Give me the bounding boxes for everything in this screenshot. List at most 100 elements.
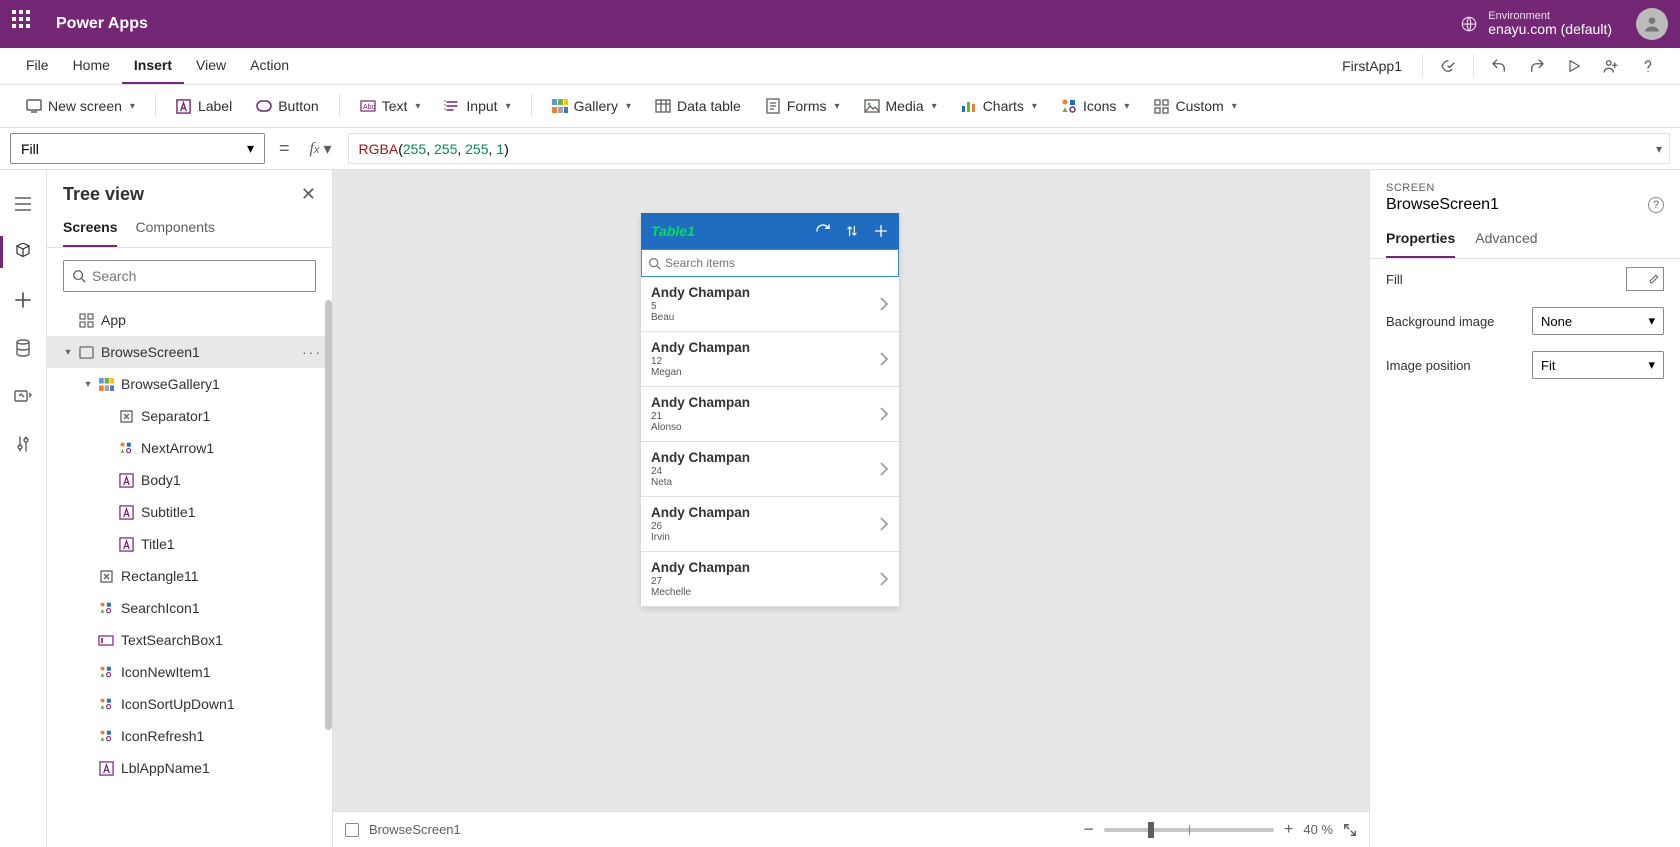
list-item[interactable]: Andy Champan 5 Beau (641, 277, 899, 332)
tree-item[interactable]: SearchIcon1 (47, 592, 332, 624)
menu-file[interactable]: File (14, 48, 61, 84)
imgpos-select[interactable]: Fit ▾ (1532, 351, 1664, 379)
input-menu[interactable]: Input▾ (434, 93, 520, 119)
add-icon[interactable] (873, 223, 889, 239)
app-search-input[interactable] (665, 256, 892, 270)
menu-insert[interactable]: Insert (122, 48, 184, 84)
help-icon[interactable] (1630, 48, 1666, 84)
tree-item[interactable]: IconSortUpDown1 (47, 688, 332, 720)
menu-view[interactable]: View (184, 48, 238, 84)
rail-hamburger-icon[interactable] (0, 180, 47, 228)
tree-item[interactable]: Separator1 (47, 400, 332, 432)
help-icon[interactable]: ? (1648, 197, 1664, 213)
tree-search-input[interactable] (92, 268, 307, 284)
data-table-button[interactable]: Data table (645, 93, 751, 119)
tree-item[interactable]: IconNewItem1 (47, 656, 332, 688)
more-actions-icon[interactable]: ··· (302, 344, 322, 360)
fit-to-window-icon[interactable] (1343, 823, 1357, 837)
tree-item[interactable]: Title1 (47, 528, 332, 560)
canvas-surface[interactable]: Table1 Andy Champan 5 Beau Andy Champan … (333, 170, 1369, 811)
gallery-menu[interactable]: Gallery▾ (542, 93, 641, 119)
undo-icon[interactable] (1480, 48, 1518, 84)
icons-menu[interactable]: Icons▾ (1051, 93, 1140, 119)
zoom-out-button[interactable]: − (1084, 819, 1095, 840)
tree-search-box[interactable] (63, 260, 316, 292)
list-item[interactable]: Andy Champan 12 Megan (641, 332, 899, 387)
rail-media-icon[interactable] (0, 372, 47, 420)
prop-imgpos-label: Image position (1386, 358, 1532, 373)
list-item[interactable]: Andy Champan 21 Alonso (641, 387, 899, 442)
formula-input[interactable]: RGBA(255, 255, 255, 1) (348, 133, 1671, 164)
tree-item[interactable]: Rectangle11 (47, 560, 332, 592)
media-menu[interactable]: Media▾ (854, 93, 947, 119)
text-menu[interactable]: Abc Text▾ (350, 93, 431, 119)
menu-action[interactable]: Action (238, 48, 301, 84)
share-icon[interactable] (1592, 48, 1630, 84)
icons-icon (1061, 98, 1077, 114)
property-selector[interactable]: Fill ▾ (10, 133, 265, 164)
tab-advanced[interactable]: Advanced (1475, 224, 1537, 258)
forms-menu[interactable]: Forms▾ (755, 93, 850, 119)
breadcrumb-checkbox[interactable] (345, 823, 359, 837)
list-item[interactable]: Andy Champan 24 Neta (641, 442, 899, 497)
tab-properties[interactable]: Properties (1386, 224, 1455, 258)
charts-menu[interactable]: Charts▾ (951, 93, 1047, 119)
environment-value: enayu.com (default) (1488, 22, 1612, 37)
rail-data-icon[interactable] (0, 324, 47, 372)
app-title[interactable]: FirstApp1 (1328, 48, 1416, 84)
button-button[interactable]: Button (246, 93, 328, 119)
menu-home[interactable]: Home (61, 48, 122, 84)
breadcrumb-screen[interactable]: BrowseScreen1 (369, 822, 461, 837)
play-icon[interactable] (1556, 48, 1592, 84)
tree-item[interactable]: LblAppName1 (47, 752, 332, 784)
list-item-title: Andy Champan (651, 285, 879, 300)
app-launcher-icon[interactable] (12, 10, 40, 38)
media-icon (864, 98, 880, 114)
expand-toggle-icon[interactable]: ▾ (81, 379, 95, 390)
environment-picker[interactable]: Environment enayu.com (default) (1460, 10, 1612, 37)
zoom-slider[interactable] (1104, 828, 1274, 832)
rail-tools-icon[interactable] (0, 420, 47, 468)
label-button[interactable]: Label (166, 93, 242, 119)
chevron-down-icon: ▾ (932, 101, 937, 112)
tree-item-icon (117, 503, 135, 521)
new-screen-button[interactable]: New screen ▾ (16, 93, 145, 119)
rail-tree-view-icon[interactable] (0, 228, 47, 276)
chevron-down-icon: ▾ (1232, 101, 1237, 112)
expand-formula-icon[interactable]: ▾ (1656, 142, 1662, 156)
svg-text:Abc: Abc (363, 104, 376, 111)
list-item[interactable]: Andy Champan 27 Mechelle (641, 552, 899, 607)
list-item[interactable]: Andy Champan 26 Irvin (641, 497, 899, 552)
tree-item[interactable]: TextSearchBox1 (47, 624, 332, 656)
tab-screens[interactable]: Screens (63, 213, 117, 247)
tree-view-panel: Tree view ✕ Screens Components App▾Brows… (47, 170, 333, 847)
tree-item[interactable]: IconRefresh1 (47, 720, 332, 752)
tree-item[interactable]: Subtitle1 (47, 496, 332, 528)
app-search-box[interactable] (641, 249, 899, 277)
app-check-icon[interactable] (1429, 48, 1467, 84)
fill-color-picker[interactable] (1626, 267, 1664, 291)
tree-item[interactable]: ▾BrowseScreen1··· (47, 336, 332, 368)
tree-item[interactable]: NextArrow1 (47, 432, 332, 464)
tree-item-icon (97, 727, 115, 745)
fx-button[interactable]: fx▾ (304, 139, 338, 159)
rail-insert-icon[interactable] (0, 276, 47, 324)
refresh-icon[interactable] (815, 223, 831, 239)
close-icon[interactable]: ✕ (301, 184, 316, 205)
expand-toggle-icon[interactable]: ▾ (61, 347, 75, 358)
chevron-down-icon: ▾ (1648, 357, 1655, 373)
selection-name: BrowseScreen1 (1386, 196, 1499, 214)
tab-components[interactable]: Components (135, 213, 214, 247)
redo-icon[interactable] (1518, 48, 1556, 84)
bgimage-select[interactable]: None ▾ (1532, 307, 1664, 335)
zoom-in-button[interactable]: + (1284, 821, 1293, 839)
tree-item[interactable]: Body1 (47, 464, 332, 496)
tree-item[interactable]: App (47, 304, 332, 336)
scrollbar-thumb[interactable] (325, 300, 332, 730)
chevron-down-icon: ▾ (247, 140, 254, 157)
custom-menu[interactable]: Custom▾ (1143, 93, 1246, 119)
user-avatar[interactable] (1636, 8, 1668, 40)
tree-item[interactable]: ▾BrowseGallery1 (47, 368, 332, 400)
sort-icon[interactable] (845, 223, 859, 239)
list-item-title: Andy Champan (651, 505, 879, 520)
